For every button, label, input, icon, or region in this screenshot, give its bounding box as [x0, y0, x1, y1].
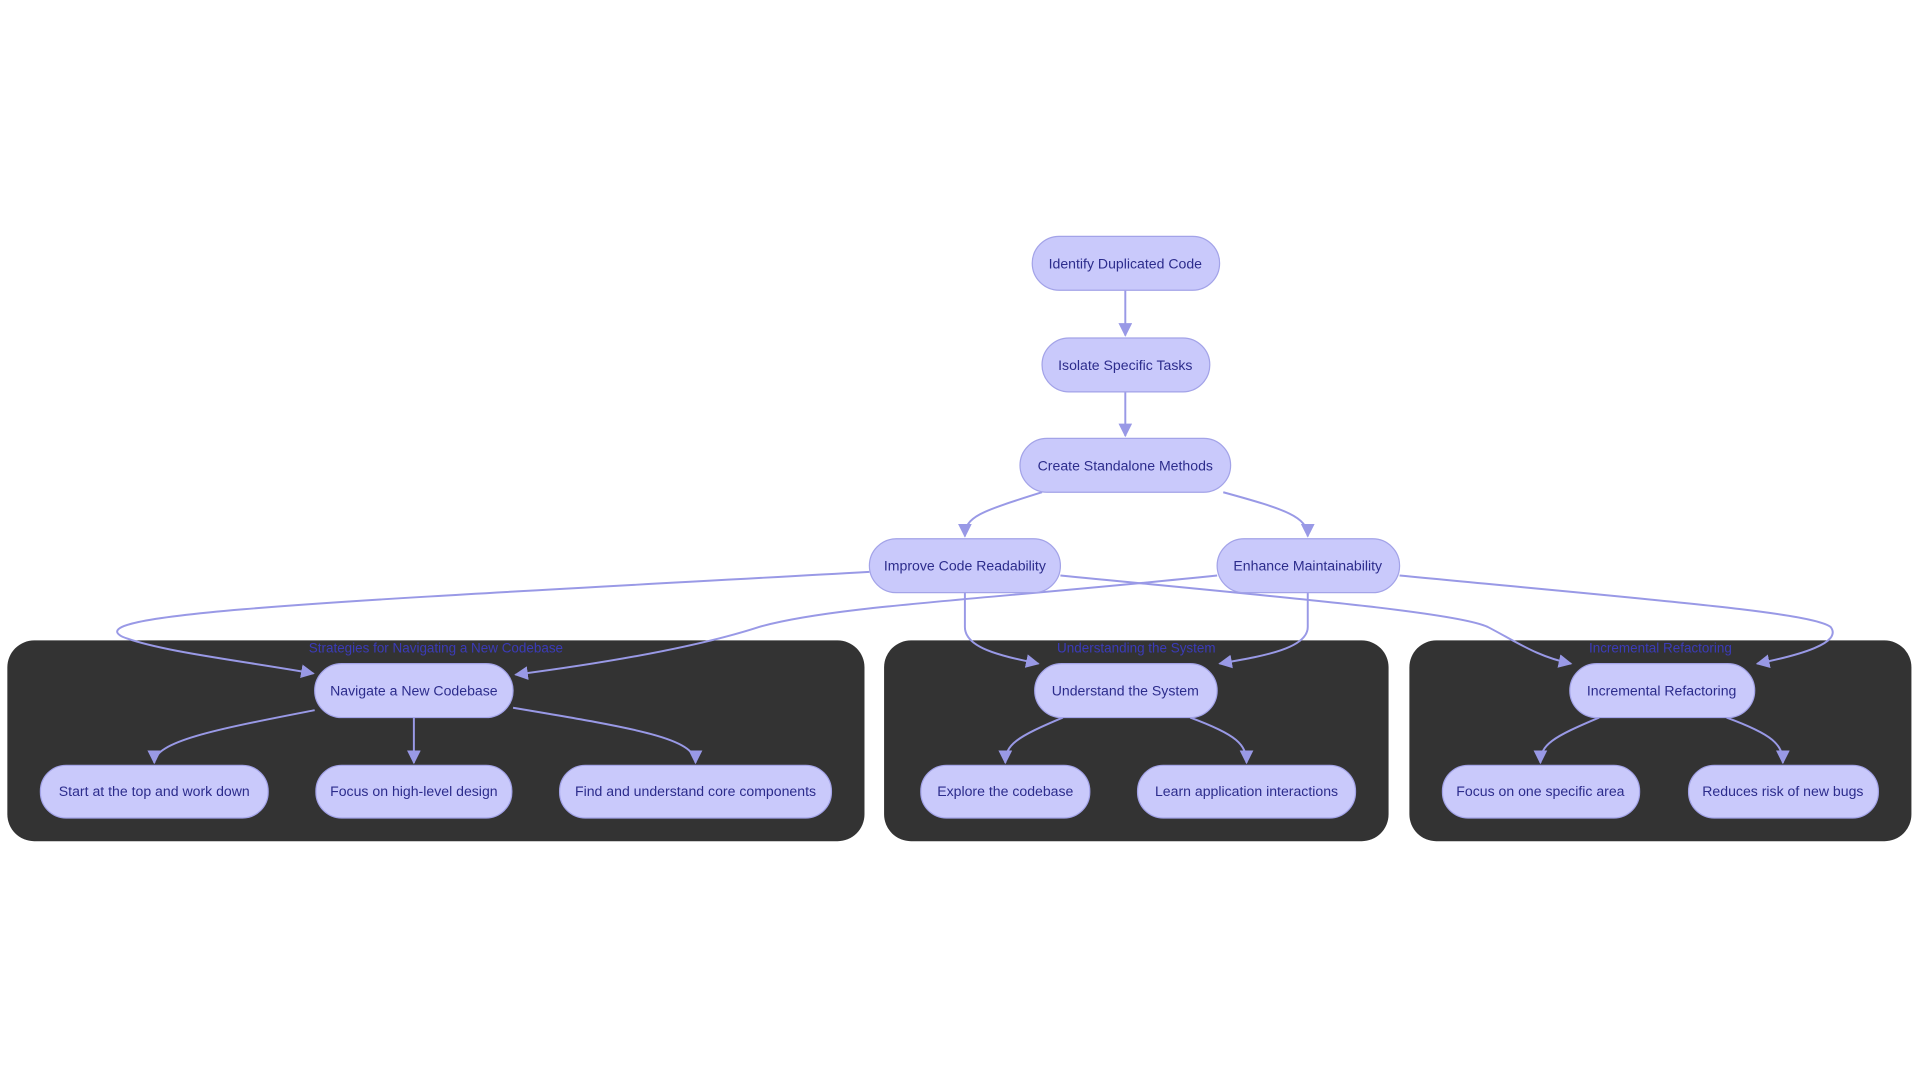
svg-text:Find and understand core compo: Find and understand core components: [575, 783, 816, 799]
svg-text:Start at the top and work down: Start at the top and work down: [59, 783, 250, 799]
node-find-core-components[interactable]: Find and understand core components: [558, 764, 833, 819]
node-focus-high-level-design[interactable]: Focus on high-level design: [315, 764, 513, 819]
node-understand-the-system[interactable]: Understand the System: [1034, 663, 1218, 719]
node-improve-code-readability[interactable]: Improve Code Readability: [868, 538, 1062, 594]
svg-text:Navigate a New Codebase: Navigate a New Codebase: [330, 683, 498, 699]
edge-create-improve: [958, 491, 1043, 538]
cluster-title: Incremental Refactoring: [1589, 641, 1732, 656]
node-navigate-new-codebase[interactable]: Navigate a New Codebase: [314, 663, 514, 719]
svg-text:Focus on high-level design: Focus on high-level design: [330, 783, 497, 799]
svg-text:Understand the System: Understand the System: [1052, 683, 1199, 699]
svg-text:Isolate Specific Tasks: Isolate Specific Tasks: [1058, 357, 1192, 373]
svg-text:Incremental Refactoring: Incremental Refactoring: [1587, 683, 1736, 699]
node-start-at-top[interactable]: Start at the top and work down: [39, 764, 269, 819]
svg-text:Focus on one specific area: Focus on one specific area: [1456, 783, 1624, 799]
cluster-title: Strategies for Navigating a New Codebase: [309, 641, 563, 656]
node-enhance-maintainability[interactable]: Enhance Maintainability: [1216, 538, 1401, 594]
node-explore-codebase[interactable]: Explore the codebase: [920, 764, 1091, 819]
svg-text:Identify Duplicated Code: Identify Duplicated Code: [1049, 255, 1203, 271]
svg-text:Enhance Maintainability: Enhance Maintainability: [1233, 558, 1383, 574]
node-create-standalone-methods[interactable]: Create Standalone Methods: [1019, 437, 1232, 493]
node-reduces-risk-new-bugs[interactable]: Reduces risk of new bugs: [1687, 764, 1879, 819]
svg-text:Create Standalone Methods: Create Standalone Methods: [1038, 457, 1213, 473]
svg-text:Explore the codebase: Explore the codebase: [937, 783, 1073, 799]
svg-text:Learn application interactions: Learn application interactions: [1155, 783, 1338, 799]
svg-text:Reduces risk of new bugs: Reduces risk of new bugs: [1702, 783, 1863, 799]
node-identify-duplicated-code[interactable]: Identify Duplicated Code: [1031, 235, 1221, 291]
flowchart: Strategies for Navigating a New Codebase…: [7, 235, 1912, 842]
edge-create-enhance: [1223, 491, 1315, 538]
cluster-title: Understanding the System: [1057, 641, 1216, 656]
node-isolate-specific-tasks[interactable]: Isolate Specific Tasks: [1041, 337, 1211, 393]
node-incremental-refactoring[interactable]: Incremental Refactoring: [1569, 663, 1756, 719]
node-learn-application-interactions[interactable]: Learn application interactions: [1136, 764, 1357, 819]
node-focus-one-specific-area[interactable]: Focus on one specific area: [1441, 764, 1641, 819]
svg-text:Improve Code Readability: Improve Code Readability: [884, 558, 1047, 574]
